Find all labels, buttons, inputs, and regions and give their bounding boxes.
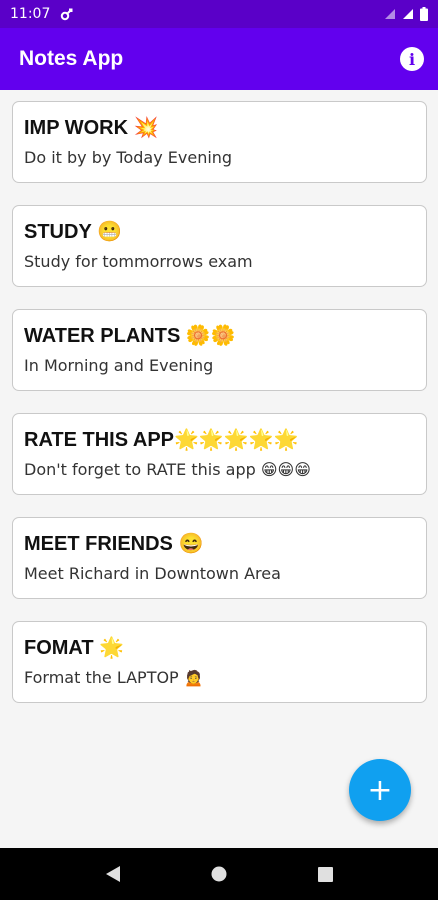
status-bar: 11:07 — [0, 0, 438, 28]
note-card[interactable]: WATER PLANTS 🌼🌼 In Morning and Evening — [12, 309, 427, 391]
note-title: IMP WORK 💥 — [24, 117, 159, 139]
note-body: Meet Richard in Downtown Area — [24, 564, 281, 583]
note-body: Study for tommorrows exam — [24, 252, 253, 271]
note-title: RATE THIS APP🌟🌟🌟🌟🌟 — [24, 429, 299, 451]
note-card[interactable]: RATE THIS APP🌟🌟🌟🌟🌟 Don't forget to RATE … — [12, 413, 427, 495]
notes-list: IMP WORK 💥 Do it by by Today Evening STU… — [12, 101, 427, 725]
recents-icon — [317, 866, 333, 882]
note-card[interactable]: IMP WORK 💥 Do it by by Today Evening — [12, 101, 427, 183]
notification-icon — [61, 8, 73, 21]
note-body: Don't forget to RATE this app 😁😁😁 — [24, 460, 311, 479]
status-right — [384, 7, 428, 21]
note-card[interactable]: MEET FRIENDS 😄 Meet Richard in Downtown … — [12, 517, 427, 599]
status-time: 11:07 — [10, 6, 51, 22]
info-button[interactable]: i — [400, 47, 424, 71]
note-title: STUDY 😬 — [24, 221, 122, 243]
app-bar: Notes App i — [0, 28, 438, 90]
note-title: WATER PLANTS 🌼🌼 — [24, 325, 236, 347]
note-card[interactable]: STUDY 😬 Study for tommorrows exam — [12, 205, 427, 287]
note-card[interactable]: FOMAT 🌟 Format the LAPTOP 🙍 — [12, 621, 427, 703]
wifi-icon — [385, 9, 395, 19]
recents-button[interactable] — [310, 859, 340, 889]
navigation-bar — [0, 848, 438, 900]
note-title: FOMAT 🌟 — [24, 637, 125, 659]
home-icon — [211, 866, 227, 882]
note-body: Format the LAPTOP 🙍 — [24, 668, 204, 687]
app-title: Notes App — [19, 47, 124, 70]
info-icon: i — [408, 49, 416, 69]
home-button[interactable] — [204, 859, 234, 889]
battery-icon — [420, 7, 428, 21]
signal-icon — [403, 9, 413, 19]
status-left: 11:07 — [10, 6, 74, 22]
add-note-button[interactable]: + — [349, 759, 411, 821]
add-icon: + — [367, 772, 393, 808]
note-body: In Morning and Evening — [24, 356, 214, 375]
note-body: Do it by by Today Evening — [24, 148, 233, 167]
back-icon — [106, 866, 120, 882]
note-title: MEET FRIENDS 😄 — [24, 533, 204, 555]
back-button[interactable] — [98, 859, 128, 889]
